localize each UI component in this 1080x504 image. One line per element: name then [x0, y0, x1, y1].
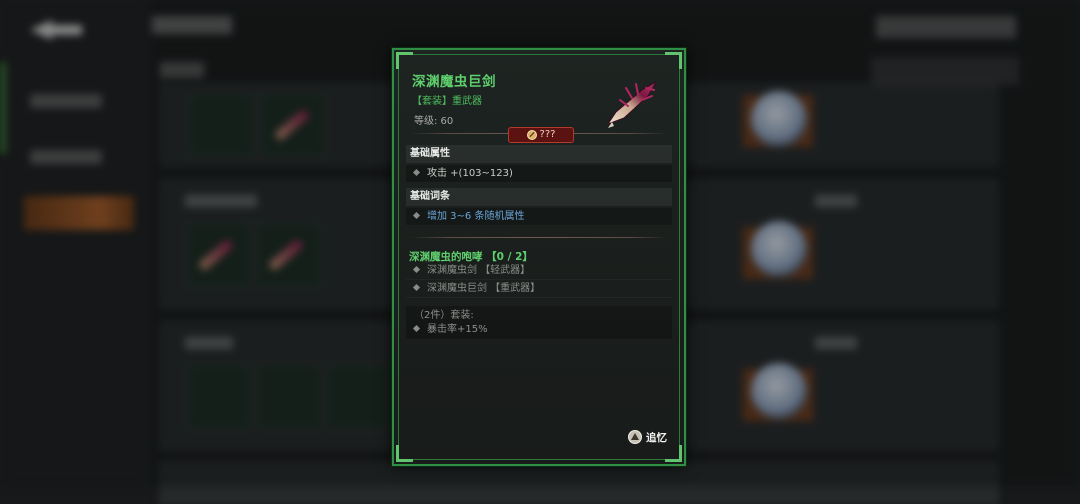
greatsword-icon: [606, 80, 658, 128]
diamond-bullet-icon: [412, 324, 421, 332]
gem-label: ???: [539, 129, 556, 140]
set-bonus-block: （2件）套装: 暴击率+15%: [406, 306, 672, 340]
set-piece: 深渊魔虫巨剑 【重武器】: [427, 283, 541, 294]
gem-socket-badge: ???: [508, 127, 574, 143]
set-piece: 深渊魔虫剑 【轻武器】: [427, 265, 531, 276]
attack-stat-row: 攻击 +(103~123): [406, 165, 672, 183]
set-piece-row: 深渊魔虫剑 【轻武器】: [406, 262, 672, 280]
set-bonus-title: （2件）套装:: [414, 310, 474, 321]
recall-button[interactable]: 追忆: [628, 429, 667, 445]
corner-ornament: [396, 52, 413, 69]
recall-label: 追忆: [646, 431, 667, 444]
set-divider: [410, 237, 668, 238]
gem-icon: [526, 130, 537, 140]
corner-ornament: [665, 52, 682, 69]
diamond-bullet-icon: [412, 283, 421, 291]
item-level: 等级: 60: [414, 116, 454, 127]
item-name: 深渊魔虫巨剑: [412, 74, 496, 90]
base-affix-title: 基础词条: [406, 188, 672, 206]
set-piece-row: 深渊魔虫巨剑 【重武器】: [406, 280, 672, 298]
corner-ornament: [665, 445, 682, 462]
diamond-bullet-icon: [412, 168, 421, 176]
set-bonus: 暴击率+15%: [427, 324, 488, 335]
set-bonus-row: 暴击率+15%: [412, 323, 672, 337]
affix-row: 增加 3~6 条随机属性: [406, 208, 672, 226]
diamond-bullet-icon: [412, 211, 421, 219]
corner-ornament: [396, 445, 413, 462]
item-type: 【套装】重武器: [412, 96, 482, 107]
diamond-bullet-icon: [412, 265, 421, 273]
affix-text: 增加 3~6 条随机属性: [427, 211, 525, 222]
triangle-emblem-icon: [628, 430, 642, 444]
item-tooltip: 深渊魔虫巨剑 【套装】重武器 等级: 60 ??? 基础属性 攻击 +(103~…: [392, 48, 686, 466]
attack-stat: 攻击 +(103~123): [427, 168, 513, 179]
base-attributes-title: 基础属性: [406, 145, 672, 163]
